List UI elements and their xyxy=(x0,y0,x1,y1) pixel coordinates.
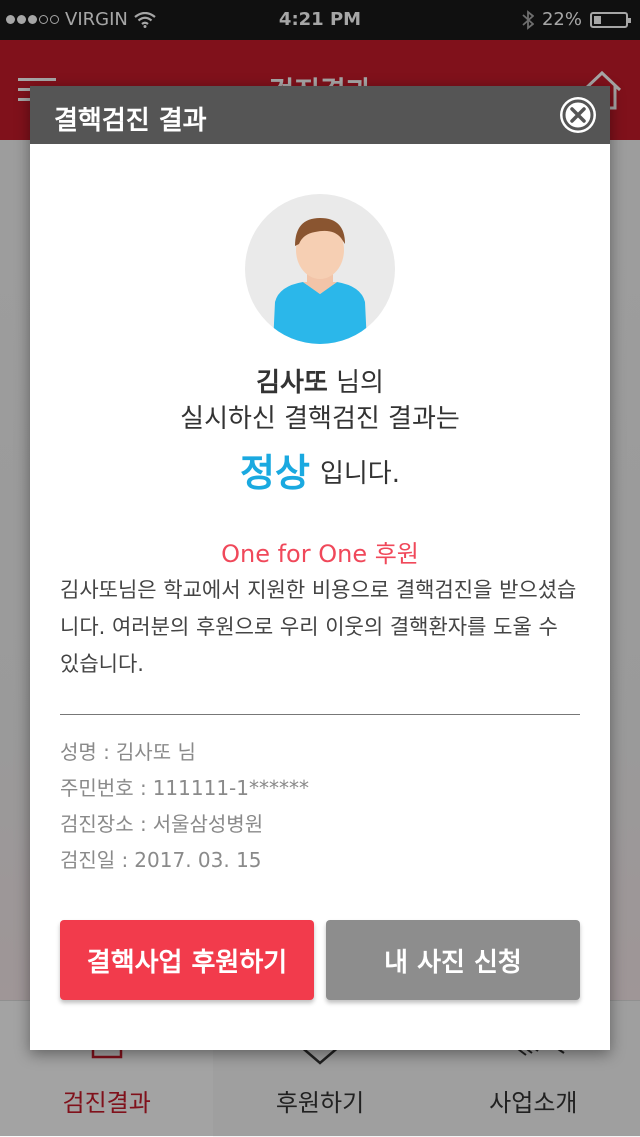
info-id-value: 111111-1****** xyxy=(152,776,309,800)
user-suffix: 님의 xyxy=(336,368,384,398)
result-status: 정상 xyxy=(240,451,310,495)
info-place-value: 서울삼성병원 xyxy=(152,812,264,836)
photo-request-button[interactable]: 내 사진 신청 xyxy=(326,920,580,1000)
info-row-name: 성명 : 김사또 님 xyxy=(60,734,580,770)
result-suffix: 입니다. xyxy=(319,459,400,489)
info-name-label: 성명 : xyxy=(60,740,110,764)
info-row-place: 검진장소 : 서울삼성병원 xyxy=(60,806,580,842)
sponsor-description: 김사또님은 학교에서 지원한 비용으로 결핵검진을 받으셨습니다. 여러분의 후… xyxy=(60,578,577,676)
close-icon xyxy=(562,99,594,131)
greeting-line-3: 정상 입니다. xyxy=(30,442,610,497)
user-name: 김사또 xyxy=(256,368,328,398)
person-avatar-icon xyxy=(273,218,367,344)
greeting-line-1: 김사또 님의 xyxy=(30,362,610,399)
info-name-value: 김사또 님 xyxy=(115,740,196,764)
info-row-date: 검진일 :2017. 03. 15 xyxy=(60,842,580,878)
info-date-label: 검진일 : xyxy=(60,848,129,872)
info-date-value: 2017. 03. 15 xyxy=(134,848,262,872)
divider xyxy=(60,714,580,715)
greeting-line-2: 실시하신 결핵검진 결과는 xyxy=(180,404,460,434)
sponsor-button[interactable]: 결핵사업 후원하기 xyxy=(60,920,314,1000)
close-button[interactable] xyxy=(560,97,596,133)
result-dialog: 결핵검진 결과 김사또 님의 실시하신 결핵검진 결과는 정상 입니다. One … xyxy=(30,86,610,1050)
info-place-label: 검진장소 : xyxy=(60,812,147,836)
checkup-info: 성명 : 김사또 님 주민번호 :111111-1****** 검진장소 : 서울삼… xyxy=(60,734,580,878)
dialog-title: 결핵검진 결과 xyxy=(54,106,207,136)
avatar xyxy=(245,194,395,344)
sponsor-title: One for One 후원 xyxy=(221,540,419,568)
dialog-header: 결핵검진 결과 xyxy=(30,86,610,144)
info-id-label: 주민번호 : xyxy=(60,776,147,800)
info-row-id: 주민번호 :111111-1****** xyxy=(60,770,580,806)
